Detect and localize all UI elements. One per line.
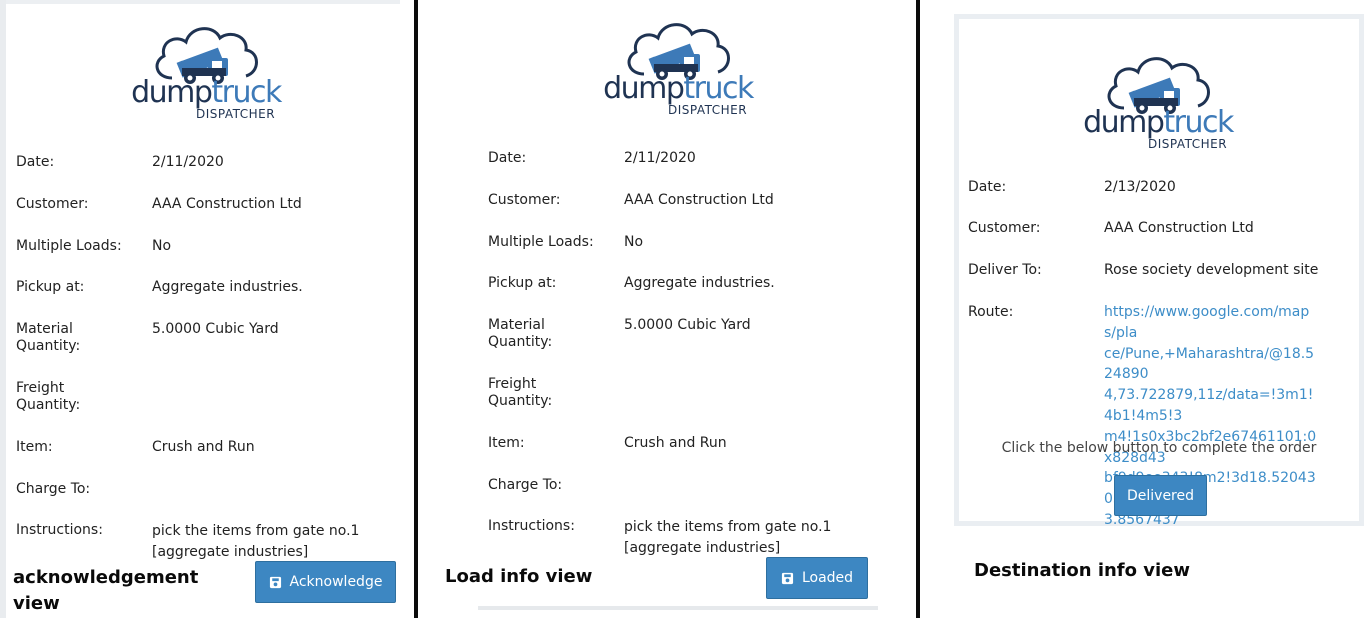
material-quantity-value: 5.0000 Cubic Yard: [624, 317, 751, 333]
instructions-label: Instructions:: [488, 518, 575, 534]
loaded-button-label: Loaded: [801, 570, 854, 586]
customer-label: Customer:: [488, 192, 561, 208]
logo-subtitle: DISPATCHER: [196, 107, 276, 121]
instructions-value: pick the items from gate no.1 [aggregate…: [624, 517, 884, 559]
route-line: https://www.google.com/maps/pla: [1104, 304, 1310, 341]
load-info-view-panel: dumptruck DISPATCHER Date: 2/11/2020 Cus…: [420, 0, 916, 618]
customer-label: Customer:: [968, 220, 1041, 236]
dumptruck-logo: dumptruck DISPATCHER: [598, 12, 758, 124]
pickup-value: Aggregate industries.: [624, 275, 775, 291]
delivered-button-label: Delivered: [1126, 487, 1195, 504]
pickup-label: Pickup at:: [16, 279, 85, 295]
delivered-button[interactable]: Delivered: [1114, 475, 1207, 516]
date-value: 2/11/2020: [152, 154, 224, 170]
logo-subtitle: DISPATCHER: [668, 103, 748, 117]
instructions-line: pick the items from gate no.1: [152, 523, 360, 539]
charge-to-label: Charge To:: [16, 481, 91, 497]
panel-edge: [0, 0, 6, 618]
panel-divider: [414, 0, 418, 618]
customer-value: AAA Construction Ltd: [152, 196, 302, 212]
item-value: Crush and Run: [152, 439, 255, 455]
acknowledge-button-label: Acknowledge: [289, 574, 383, 590]
complete-order-text: Click the below button to complete the o…: [1001, 440, 1317, 456]
pickup-value: Aggregate industries.: [152, 279, 303, 295]
customer-value: AAA Construction Ltd: [1104, 220, 1254, 236]
date-value: 2/11/2020: [624, 150, 696, 166]
dumptruck-logo: dumptruck DISPATCHER: [126, 16, 286, 128]
customer-value: AAA Construction Ltd: [624, 192, 774, 208]
material-quantity-label: Material Quantity:: [16, 321, 81, 354]
date-label: Date:: [968, 179, 1007, 195]
freight-quantity-label: Freight Quantity:: [16, 380, 81, 413]
acknowledgement-view-panel: dumptruck DISPATCHER Date: 2/11/2020 Cus…: [0, 0, 414, 618]
panel-divider: [916, 0, 920, 618]
panel-bottom-border: [478, 606, 878, 610]
logo-wordmark: dumptruck: [1083, 105, 1234, 140]
caption-line: view: [13, 593, 60, 614]
destination-card: dumptruck DISPATCHER Date: 2/13/2020 Cus…: [954, 14, 1364, 528]
loaded-button[interactable]: Loaded: [766, 557, 868, 599]
acknowledge-button[interactable]: Acknowledge: [255, 561, 396, 603]
instructions-value: pick the items from gate no.1 [aggregate…: [152, 521, 402, 563]
freight-quantity-label: Freight Quantity:: [488, 376, 553, 409]
instructions-line: [aggregate industries]: [624, 540, 781, 556]
multiple-loads-label: Multiple Loads:: [488, 234, 594, 250]
multiple-loads-value: No: [152, 238, 172, 254]
deliver-to-label: Deliver To:: [968, 262, 1042, 278]
deliver-to-value: Rose society development site: [1104, 262, 1319, 278]
multiple-loads-value: No: [624, 234, 644, 250]
logo-wordmark: dumptruck: [603, 71, 754, 106]
logo-wordmark: dumptruck: [131, 75, 282, 110]
instructions-line: pick the items from gate no.1: [624, 519, 832, 535]
pickup-label: Pickup at:: [488, 275, 557, 291]
date-label: Date:: [488, 150, 527, 166]
view-caption: Destination info view: [974, 560, 1191, 581]
instructions-line: [aggregate industries]: [152, 544, 309, 560]
customer-label: Customer:: [16, 196, 89, 212]
view-caption: acknowledgement view: [13, 565, 198, 617]
route-line: ce/Pune,+Maharashtra/@18.524890: [1104, 345, 1315, 383]
instructions-label: Instructions:: [16, 522, 103, 538]
date-label: Date:: [16, 154, 55, 170]
item-label: Item:: [488, 435, 525, 451]
destination-info-view-panel: dumptruck DISPATCHER Date: 2/13/2020 Cus…: [922, 0, 1372, 618]
route-label: Route:: [968, 304, 1014, 320]
route-line: 4,73.722879,11z/data=!3m1!4b1!4m5!3: [1104, 387, 1314, 424]
logo-subtitle: DISPATCHER: [1148, 137, 1228, 151]
multiple-loads-label: Multiple Loads:: [16, 238, 122, 254]
material-quantity-label: Material Quantity:: [488, 317, 553, 350]
charge-to-label: Charge To:: [488, 477, 563, 493]
save-icon: [781, 572, 794, 584]
save-icon: [269, 576, 281, 588]
item-label: Item:: [16, 439, 53, 455]
date-value: 2/13/2020: [1104, 179, 1176, 195]
view-caption: Load info view: [445, 566, 593, 587]
material-quantity-value: 5.0000 Cubic Yard: [152, 321, 279, 337]
dumptruck-logo: dumptruck DISPATCHER: [1078, 46, 1238, 158]
panel-top-border: [6, 0, 400, 4]
item-value: Crush and Run: [624, 435, 727, 451]
caption-line: acknowledgement: [13, 567, 199, 588]
